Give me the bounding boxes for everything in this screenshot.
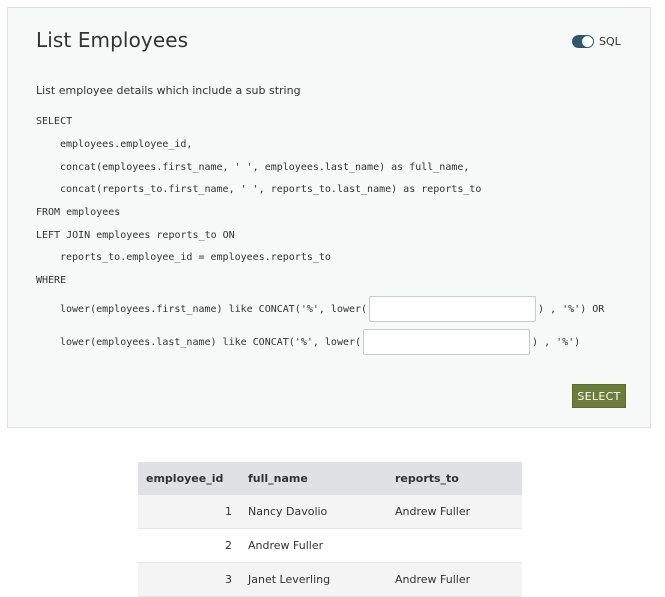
sql-column-2: concat(employees.first_name, ' ', employ… [60, 162, 470, 173]
cell-employee-id: 3 [138, 562, 240, 597]
first-name-substring-input[interactable] [369, 296, 537, 322]
results-table: employee_id full_name reports_to 1 Nancy… [138, 462, 522, 597]
query-description: List employee details which include a su… [36, 84, 301, 97]
page-title: List Employees [36, 28, 189, 52]
table-row: 3 Janet Leverling Andrew Fuller [138, 562, 522, 597]
column-header-full-name[interactable]: full_name [240, 462, 387, 495]
cell-employee-id: 2 [138, 528, 240, 563]
condition-1-prefix: lower(employees.first_name) like CONCAT(… [60, 303, 368, 315]
cell-reports-to: Andrew Fuller [387, 562, 522, 597]
table-row: 2 Andrew Fuller [138, 528, 522, 563]
condition-2-suffix: ) , '%') [532, 336, 581, 348]
table-header-row: employee_id full_name reports_to [138, 462, 522, 495]
cell-reports-to: Andrew Fuller [387, 495, 522, 529]
cell-reports-to [387, 528, 522, 563]
toggle-knob [582, 36, 593, 47]
condition-2-prefix: lower(employees.last_name) like CONCAT('… [60, 336, 362, 348]
column-header-reports-to[interactable]: reports_to [387, 462, 522, 495]
sql-join-clause: LEFT JOIN employees reports_to ON [36, 230, 235, 241]
sql-where-keyword: WHERE [36, 275, 67, 286]
sql-condition-2: lower(employees.last_name) like CONCAT('… [60, 329, 580, 355]
sql-toggle[interactable] [572, 35, 594, 48]
condition-1-suffix: ) , '%') OR [538, 303, 605, 315]
last-name-substring-input[interactable] [363, 329, 531, 355]
sql-join-condition: reports_to.employee_id = employees.repor… [60, 252, 331, 263]
query-panel: List Employees SQL List employee details… [7, 7, 651, 428]
cell-employee-id: 1 [138, 495, 240, 529]
sql-condition-1: lower(employees.first_name) like CONCAT(… [60, 296, 604, 322]
sql-select-keyword: SELECT [36, 116, 73, 127]
table-row: 1 Nancy Davolio Andrew Fuller [138, 495, 522, 529]
sql-toggle-label: SQL [599, 35, 621, 48]
column-header-employee-id[interactable]: employee_id [138, 462, 240, 495]
sql-column-1: employees.employee_id, [60, 139, 193, 150]
cell-full-name: Janet Leverling [240, 562, 387, 597]
sql-from-clause: FROM employees [36, 207, 121, 218]
sql-toggle-group[interactable]: SQL [572, 35, 621, 48]
cell-full-name: Andrew Fuller [240, 528, 387, 563]
sql-column-3: concat(reports_to.first_name, ' ', repor… [60, 184, 482, 195]
cell-full-name: Nancy Davolio [240, 495, 387, 529]
select-button[interactable]: SELECT [572, 384, 626, 408]
